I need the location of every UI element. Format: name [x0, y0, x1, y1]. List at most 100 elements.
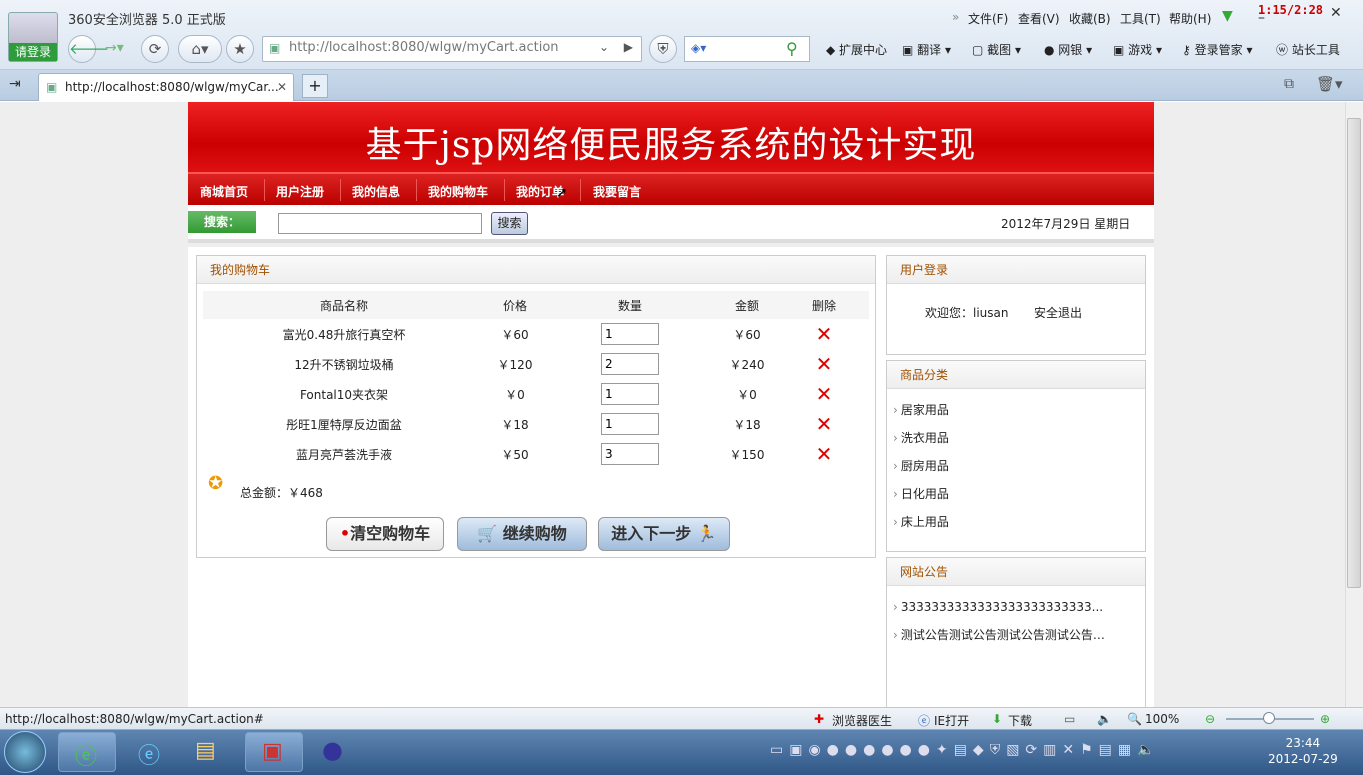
login-label[interactable]: 请登录 [9, 43, 57, 61]
scrollbar-thumb[interactable] [1347, 118, 1361, 588]
tab-close-icon[interactable]: ✕ [277, 80, 287, 94]
trash-icon[interactable]: 🗑▾ [1316, 75, 1343, 93]
notice-item[interactable]: 测试公告测试公告测试公告测试公告… [887, 621, 1145, 649]
notice-item[interactable]: 3333333333333333333333333... [887, 593, 1145, 621]
delete-icon[interactable]: ✕ [816, 382, 833, 406]
toolbar-login-manager[interactable]: ⚷ 登录管家 ▾ [1182, 41, 1252, 58]
taskbar-ie[interactable]: ⓔ [122, 732, 180, 772]
menu-view[interactable]: 查看(V) [1018, 10, 1060, 27]
current-date: 2012年7月29日 星期日 [1001, 217, 1131, 231]
nav-register[interactable]: 用户注册 [276, 183, 324, 200]
taskbar-toolbox[interactable]: ▣ [245, 732, 303, 772]
nav-my-info[interactable]: 我的信息 [352, 183, 400, 200]
delete-icon[interactable]: ✕ [816, 352, 833, 376]
nav-home[interactable]: 商城首页 [200, 183, 248, 200]
taskbar-360-browser[interactable]: ⓔ [58, 732, 116, 772]
logout-link[interactable]: 安全退出 [1034, 304, 1082, 321]
dropdown-icon[interactable]: ⌄ [599, 40, 609, 54]
system-tray-icons[interactable]: ▭▣◉●●●●●●✦▤◆⛨▧⟳▥✕⚑▤▦🔈 [770, 742, 1161, 758]
taskbar-eclipse[interactable]: ● [308, 732, 366, 772]
close-icon[interactable]: ✕ [1330, 5, 1342, 21]
quantity-input[interactable] [601, 323, 659, 345]
menu-favorites[interactable]: 收藏(B) [1069, 10, 1111, 27]
table-row: Fontal10夹衣架 ￥0 ￥0 ✕ [203, 379, 869, 409]
search-button[interactable]: 搜索 [491, 212, 528, 235]
cart-table: 商品名称 价格 数量 金额 删除 富光0.48升旅行真空杯 ￥60 ￥60 ✕ … [203, 291, 869, 469]
app-title: 360安全浏览器 5.0 正式版 [68, 13, 226, 28]
toolbar-screenshot[interactable]: ▢ 截图 ▾ [972, 41, 1021, 58]
toolbar-games[interactable]: ▣ 游戏 ▾ [1113, 41, 1162, 58]
delete-icon[interactable]: ✕ [816, 442, 833, 466]
quantity-input[interactable] [601, 353, 659, 375]
back-button[interactable]: 🡐 [68, 35, 109, 63]
toolbar-screenshot-label: 截图 [987, 43, 1012, 57]
restore-tabs-icon[interactable]: ⧉ [1284, 76, 1294, 92]
shield-icon[interactable]: ⛨ [649, 35, 677, 63]
search-engine-icon[interactable]: ◈▾ [691, 41, 706, 55]
taskbar-explorer[interactable]: ▤ [181, 732, 239, 772]
next-step-button[interactable]: 进入下一步 🏃 [598, 517, 730, 551]
toolbar-webmaster[interactable]: ⓦ 站长工具 [1276, 41, 1340, 58]
category-item[interactable]: 日化用品 [887, 480, 1145, 508]
category-item[interactable]: 床上用品 [887, 508, 1145, 536]
header-name: 商品名称 [203, 291, 485, 319]
bullet-icon: • [339, 524, 351, 543]
home-button[interactable]: ⌂▾ [178, 35, 222, 63]
search-icon[interactable]: ⚲ [786, 39, 798, 58]
quantity-input[interactable] [601, 383, 659, 405]
menu-help[interactable]: 帮助(H) [1169, 10, 1211, 27]
doctor-icon: ✚ [814, 712, 825, 726]
toolbar-extensions[interactable]: ◆ 扩展中心 [826, 41, 887, 58]
keyword-input[interactable] [278, 213, 482, 234]
zoom-icon: 🔍 [1127, 712, 1142, 726]
nav-my-cart[interactable]: 我的购物车 [428, 183, 488, 200]
new-tab-button[interactable]: + [302, 74, 328, 98]
volume-icon[interactable]: 🔈 [1097, 712, 1112, 726]
zoom-slider-thumb[interactable] [1263, 712, 1275, 724]
address-bar[interactable]: ▣ ⌄ ▶ [262, 36, 642, 62]
ie-open[interactable]: IE打开 [934, 712, 969, 729]
address-input[interactable] [289, 40, 589, 55]
nav-separator [340, 179, 341, 201]
clear-cart-button[interactable]: •清空购物车 [326, 517, 444, 551]
shirt-icon[interactable]: ▼ [1222, 8, 1233, 24]
nav-leave-message[interactable]: 我要留言 [593, 183, 641, 200]
item-amount: ￥240 [729, 357, 765, 372]
site-nav: 商城首页 用户注册 我的信息 我的购物车 我的订单 我要留言 [188, 172, 1154, 205]
category-item[interactable]: 洗衣用品 [887, 424, 1145, 452]
continue-shopping-button[interactable]: 🛒 继续购物 [457, 517, 587, 551]
welcome-text: 欢迎您：liusan [925, 306, 1009, 320]
quantity-input[interactable] [601, 443, 659, 465]
start-button[interactable] [4, 731, 46, 773]
forward-button[interactable]: →▾ [105, 40, 124, 56]
zoom-in-icon[interactable]: ⊕ [1320, 712, 1330, 726]
window-icon[interactable]: ▭ [1064, 712, 1075, 726]
quantity-input[interactable] [601, 413, 659, 435]
taskbar-clock[interactable]: 23:44 2012-07-29 [1268, 735, 1338, 767]
delete-icon[interactable]: ✕ [816, 412, 833, 436]
site-title: 基于jsp网络便民服务系统的设计实现 [365, 125, 977, 166]
minimize-icon[interactable]: – [1258, 10, 1265, 26]
download-button[interactable]: 下载 [1008, 712, 1032, 729]
sidebar-toggle-icon[interactable]: ⇥ [9, 76, 21, 92]
toolbar-bank[interactable]: ● 网银 ▾ [1044, 41, 1092, 58]
zoom-level[interactable]: 100% [1145, 712, 1179, 726]
browser-doctor[interactable]: 浏览器医生 [832, 712, 892, 729]
favorite-star-button[interactable]: ★ [226, 35, 254, 63]
money-icon: ✪ [208, 473, 224, 494]
item-price: ￥60 [501, 327, 529, 342]
menu-file[interactable]: 文件(F) [968, 10, 1008, 27]
delete-icon[interactable]: ✕ [816, 322, 833, 346]
go-icon[interactable]: ▶ [624, 40, 633, 54]
category-item[interactable]: 居家用品 [887, 396, 1145, 424]
site-banner: 基于jsp网络便民服务系统的设计实现 [188, 102, 1154, 172]
toolbar-translate[interactable]: ▣ 翻译 ▾ [902, 41, 951, 58]
clear-cart-label: 清空购物车 [350, 524, 431, 543]
zoom-out-icon[interactable]: ⊖ [1205, 712, 1215, 726]
user-avatar[interactable]: 请登录 [8, 12, 58, 62]
search-label: 搜索： [188, 211, 256, 233]
category-item[interactable]: 厨房用品 [887, 452, 1145, 480]
refresh-button[interactable]: ⟳ [141, 35, 169, 63]
tab-current[interactable]: ▣ http://localhost:8080/wlgw/myCar... ✕ [38, 73, 294, 101]
menu-tools[interactable]: 工具(T) [1120, 10, 1161, 27]
